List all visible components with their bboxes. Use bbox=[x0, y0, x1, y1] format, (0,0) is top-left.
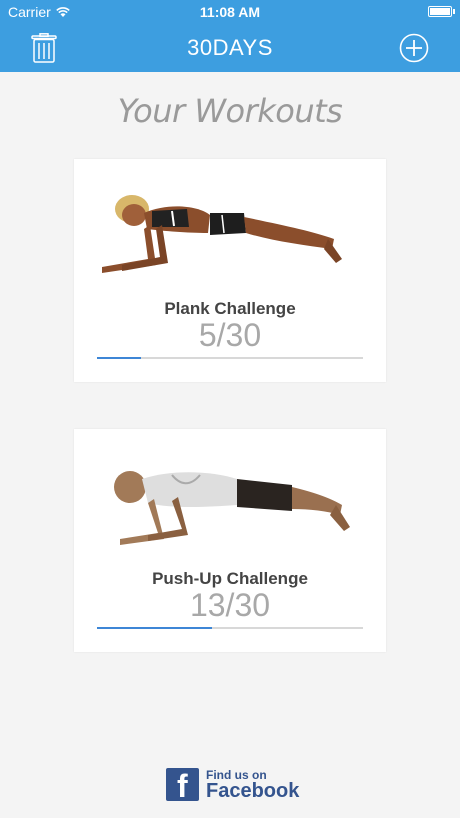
workout-name: Push-Up Challenge bbox=[152, 569, 308, 588]
progress-bar-fill bbox=[97, 357, 142, 359]
facebook-line2: Facebook bbox=[206, 779, 300, 802]
plank-figure-image bbox=[102, 195, 342, 273]
app-title: 30DAYS bbox=[187, 35, 273, 60]
workout-progress-text: 5/30 bbox=[198, 317, 262, 353]
progress-track bbox=[97, 627, 363, 629]
progress-bar-fill bbox=[97, 627, 213, 629]
status-time: 11:08 AM bbox=[199, 4, 261, 20]
workout-card-plank[interactable]: Plank Challenge 5/30 bbox=[74, 159, 386, 382]
pushup-figure-image bbox=[114, 471, 350, 545]
workout-card-pushup[interactable]: Push-Up Challenge 13/30 bbox=[74, 429, 386, 652]
progress-track bbox=[97, 357, 363, 359]
nav-bar: 30DAYS bbox=[0, 24, 460, 72]
plus-circle-icon[interactable] bbox=[399, 33, 429, 63]
workout-progress-text: 13/30 bbox=[189, 587, 271, 623]
facebook-icon-letter: f bbox=[177, 768, 188, 804]
workout-name: Plank Challenge bbox=[164, 299, 296, 318]
page-title: Your Workouts bbox=[117, 92, 343, 130]
status-bar: Carrier 11:08 AM bbox=[0, 0, 460, 24]
facebook-link[interactable]: f Find us on Facebook bbox=[166, 768, 299, 804]
battery-icon bbox=[428, 6, 455, 17]
facebook-icon: f bbox=[166, 768, 199, 804]
facebook-line1: Find us on bbox=[206, 767, 267, 782]
facebook-text: Find us on Facebook bbox=[206, 769, 299, 801]
